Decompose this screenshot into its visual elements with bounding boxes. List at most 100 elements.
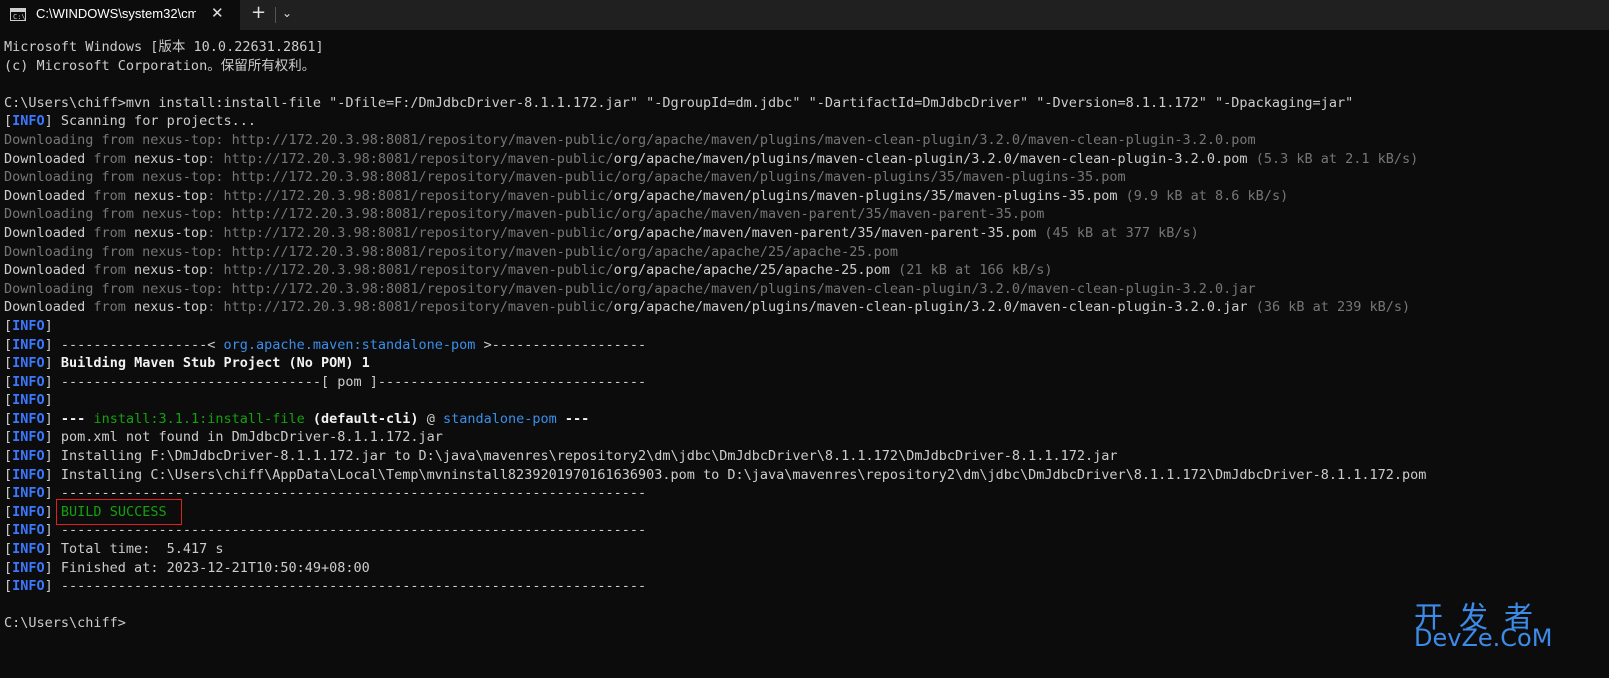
terminal-line: [INFO] Building Maven Stub Project (No P… bbox=[4, 354, 1604, 373]
terminal-text: Downloading from nexus-top: http://172.2… bbox=[4, 169, 1126, 186]
cmd-icon: C:\ bbox=[10, 8, 26, 21]
terminal-line: [INFO] --------------------------------[… bbox=[4, 373, 1604, 392]
terminal-text: nexus-top bbox=[134, 150, 208, 167]
terminal-line: C:\Users\chiff>mvn install:install-file … bbox=[4, 94, 1604, 113]
terminal-text: install:3.1.1:install-file bbox=[93, 410, 305, 427]
tab-divider bbox=[275, 7, 276, 23]
title-bar: C:\ C:\WINDOWS\system32\cmd. ✕ + ⌄ bbox=[0, 0, 1609, 30]
terminal-text: ] --------------------------------[ pom … bbox=[44, 373, 647, 390]
terminal-text: [ bbox=[4, 392, 13, 409]
terminal-line: [INFO] pom.xml not found in DmJdbcDriver… bbox=[4, 428, 1604, 447]
terminal-line: [INFO] bbox=[4, 391, 1604, 410]
terminal-text: ] Installing F:\DmJdbcDriver-8.1.1.172.j… bbox=[44, 448, 1118, 465]
terminal-text: org/apache/maven/plugins/maven-clean-plu… bbox=[613, 299, 1248, 316]
terminal-line: Downloading from nexus-top: http://172.2… bbox=[4, 280, 1604, 299]
terminal-text: [ bbox=[4, 113, 13, 130]
new-tab-button[interactable]: + bbox=[251, 2, 266, 23]
terminal-text: Microsoft Windows [版本 10.0.22631.2861] bbox=[4, 39, 324, 55]
terminal-line: Downloading from nexus-top: http://172.2… bbox=[4, 205, 1604, 224]
terminal-text: Downloaded bbox=[4, 224, 94, 241]
info-tag: INFO bbox=[12, 578, 45, 595]
terminal-text: org/apache/maven/plugins/maven-plugins/3… bbox=[613, 187, 1118, 204]
terminal-text: ] bbox=[44, 392, 53, 409]
terminal-line: [INFO] ---------------------------------… bbox=[4, 577, 1604, 596]
terminal-line: Downloaded from nexus-top: http://172.20… bbox=[4, 261, 1604, 280]
terminal-text: org/apache/maven/plugins/maven-clean-plu… bbox=[613, 150, 1248, 167]
terminal-text: C:\Users\chiff> bbox=[4, 615, 126, 632]
info-tag: INFO bbox=[12, 113, 45, 130]
terminal-text: (default-cli) bbox=[304, 410, 419, 427]
terminal-text: : http://172.20.3.98:8081/repository/mav… bbox=[207, 224, 614, 241]
terminal-text: Downloading from nexus-top: http://172.2… bbox=[4, 131, 1256, 148]
terminal-line: [INFO] --- install:3.1.1:install-file (d… bbox=[4, 410, 1604, 429]
terminal-text: [ bbox=[4, 355, 13, 372]
terminal-line: [INFO] Installing F:\DmJdbcDriver-8.1.1.… bbox=[4, 447, 1604, 466]
watermark-logo: 开发者 DevZe.CoM bbox=[1412, 594, 1562, 656]
info-tag: INFO bbox=[12, 317, 45, 334]
terminal-text: Downloading from nexus-top: http://172.2… bbox=[4, 206, 1045, 223]
terminal-line: Downloaded from nexus-top: http://172.20… bbox=[4, 298, 1604, 317]
terminal-text: from bbox=[93, 224, 135, 241]
tab-cmd[interactable]: C:\ C:\WINDOWS\system32\cmd. ✕ bbox=[0, 0, 240, 30]
info-tag: INFO bbox=[12, 355, 45, 372]
terminal-line: [INFO] ---------------------------------… bbox=[4, 521, 1604, 540]
terminal-text: from bbox=[93, 150, 135, 167]
info-tag: INFO bbox=[12, 485, 45, 502]
terminal-text: [ bbox=[4, 559, 13, 576]
terminal-text: [ bbox=[4, 317, 13, 334]
terminal-text: ] --------------------------------------… bbox=[44, 578, 647, 595]
info-tag: INFO bbox=[12, 410, 45, 427]
terminal-text: from bbox=[93, 299, 135, 316]
terminal-line: Microsoft Windows [版本 10.0.22631.2861] bbox=[4, 38, 1604, 57]
terminal-text: C:\Users\chiff>mvn install:install-file … bbox=[4, 94, 1354, 111]
terminal-text: [ bbox=[4, 336, 13, 353]
terminal-line: [INFO] Finished at: 2023-12-21T10:50:49+… bbox=[4, 559, 1604, 578]
info-tag: INFO bbox=[12, 503, 45, 520]
terminal-line: Downloaded from nexus-top: http://172.20… bbox=[4, 224, 1604, 243]
terminal-text: : http://172.20.3.98:8081/repository/mav… bbox=[207, 262, 614, 279]
terminal-text: --- bbox=[60, 410, 94, 427]
info-tag: INFO bbox=[12, 522, 45, 539]
terminal-text: (5.3 kB at 2.1 kB/s) bbox=[1247, 150, 1419, 167]
terminal-text: ] Installing C:\Users\chiff\AppData\Loca… bbox=[44, 466, 1427, 483]
terminal-line: [INFO] ------------------< org.apache.ma… bbox=[4, 336, 1604, 355]
terminal-text: org/apache/apache/25/apache-25.pom bbox=[613, 262, 890, 279]
terminal-text: Downloading from nexus-top: http://172.2… bbox=[4, 280, 1256, 297]
terminal-text: : http://172.20.3.98:8081/repository/mav… bbox=[207, 150, 614, 167]
tab-title: C:\WINDOWS\system32\cmd. bbox=[36, 6, 196, 21]
terminal-text: (36 kB at 239 kB/s) bbox=[1247, 299, 1411, 316]
terminal-text: org/apache/maven/maven-parent/35/maven-p… bbox=[613, 224, 1037, 241]
terminal-text: ] Finished at: 2023-12-21T10:50:49+08:00 bbox=[44, 559, 370, 576]
terminal-text: org.apache.maven:standalone-pom bbox=[223, 336, 476, 353]
chevron-down-icon[interactable]: ⌄ bbox=[282, 6, 292, 20]
terminal-text: @ bbox=[418, 410, 443, 427]
info-tag: INFO bbox=[12, 429, 45, 446]
terminal-line: Downloading from nexus-top: http://172.2… bbox=[4, 168, 1604, 187]
terminal-text: Downloaded bbox=[4, 262, 94, 279]
terminal-line: Downloading from nexus-top: http://172.2… bbox=[4, 131, 1604, 150]
terminal-text: : http://172.20.3.98:8081/repository/mav… bbox=[207, 299, 614, 316]
info-tag: INFO bbox=[12, 541, 45, 558]
terminal-text: from bbox=[93, 187, 135, 204]
close-tab-icon[interactable]: ✕ bbox=[211, 4, 224, 22]
terminal-text: Downloaded bbox=[4, 299, 94, 316]
terminal-text: ] bbox=[44, 317, 53, 334]
terminal-line: (c) Microsoft Corporation。保留所有权利。 bbox=[4, 57, 1604, 76]
terminal-text: [ bbox=[4, 503, 13, 520]
terminal-line: [INFO] Total time: 5.417 s bbox=[4, 540, 1604, 559]
terminal-line: [INFO] Installing C:\Users\chiff\AppData… bbox=[4, 466, 1604, 485]
terminal-output[interactable]: Microsoft Windows [版本 10.0.22631.2861] (c… bbox=[4, 38, 1604, 674]
terminal-line: Downloaded from nexus-top: http://172.20… bbox=[4, 150, 1604, 169]
info-tag: INFO bbox=[12, 466, 45, 483]
terminal-text: [ bbox=[4, 522, 13, 539]
terminal-text: --- bbox=[556, 410, 590, 427]
info-tag: INFO bbox=[12, 392, 45, 409]
terminal-text: Downloading from nexus-top: http://172.2… bbox=[4, 243, 899, 260]
terminal-text: nexus-top bbox=[134, 262, 208, 279]
terminal-text: [ bbox=[4, 485, 13, 502]
terminal-text: [ bbox=[4, 466, 13, 483]
terminal-text: Building Maven Stub Project (No POM) 1 bbox=[60, 355, 370, 372]
terminal-text: (9.9 kB at 8.6 kB/s) bbox=[1117, 187, 1289, 204]
terminal-line: C:\Users\chiff> bbox=[4, 614, 1604, 633]
